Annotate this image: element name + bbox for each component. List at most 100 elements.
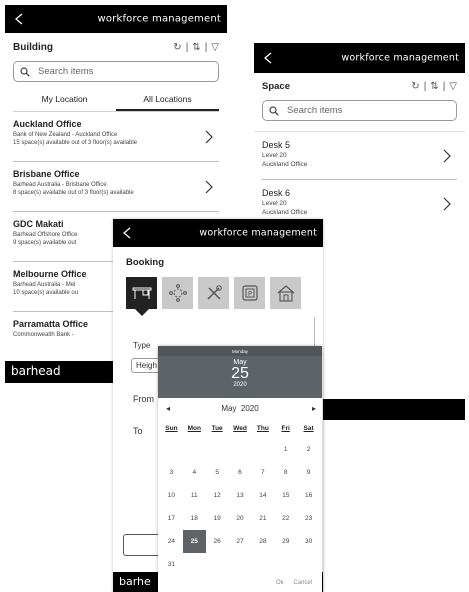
calendar-empty-cell <box>251 438 274 461</box>
item-title: Desk 6 <box>262 188 291 198</box>
calendar-day[interactable]: 6 <box>229 461 252 484</box>
toolbar: ↻ | ⇅ | ▽ <box>173 42 219 53</box>
brand-logo-text: workforce management <box>97 13 221 25</box>
next-month-icon[interactable]: ▸ <box>312 398 316 420</box>
list-item[interactable]: Desk 5 Level 20 Auckland Office <box>262 132 457 180</box>
search-icon <box>269 105 279 116</box>
calendar-day[interactable]: 31 <box>160 553 183 576</box>
category-meeting[interactable] <box>162 277 193 309</box>
toolbar: ↻ | ⇅ | ▽ <box>411 81 457 92</box>
calendar-day[interactable]: 8 <box>274 461 297 484</box>
calendar-day[interactable]: 10 <box>160 484 183 507</box>
selected-weekday: Monday <box>158 346 322 356</box>
calendar-day[interactable]: 7 <box>251 461 274 484</box>
filter-icon[interactable]: ▽ <box>449 81 457 92</box>
category-parking[interactable]: P <box>234 277 265 309</box>
sort-icon[interactable]: ⇅ <box>430 81 438 92</box>
chevron-right-icon <box>443 197 451 211</box>
calendar-day[interactable]: 14 <box>251 484 274 507</box>
item-title: Brisbane Office <box>13 169 80 179</box>
calendar-day[interactable]: 16 <box>297 484 320 507</box>
svg-text:P: P <box>247 290 251 298</box>
refresh-icon[interactable]: ↻ <box>411 81 419 92</box>
item-level: Level 20 <box>262 200 287 207</box>
category-desk[interactable] <box>126 277 157 309</box>
calendar-day[interactable]: 19 <box>206 507 229 530</box>
calendar-empty-cell <box>251 553 274 576</box>
type-label: Type <box>133 341 151 350</box>
booking-topbar: workforce management <box>113 219 323 247</box>
chevron-right-icon <box>205 180 213 193</box>
calendar-day[interactable]: 9 <box>297 461 320 484</box>
from-label: From <box>133 394 154 404</box>
calendar-day[interactable]: 26 <box>206 530 229 553</box>
divider: | <box>185 41 189 53</box>
search-input[interactable]: Search items <box>13 61 219 82</box>
tab-my-location[interactable]: My Location <box>13 88 116 111</box>
calendar-day[interactable]: 23 <box>297 507 320 530</box>
month-nav: ◂ May 2020 ▸ <box>158 398 322 420</box>
back-arrow-icon[interactable] <box>13 13 25 25</box>
calendar-day[interactable]: 27 <box>229 530 252 553</box>
item-availability: 15 space(s) available out of 3 floor(s) … <box>13 140 138 146</box>
calendar-grid: Sun Mon Tue Wed Thu Fri Sat 1 2 3 4 5 6 7 8 9 10 11 12 13 14… <box>158 420 322 576</box>
calendar-day[interactable]: 28 <box>251 530 274 553</box>
calendar-day[interactable]: 22 <box>274 507 297 530</box>
calendar-day[interactable]: 21 <box>251 507 274 530</box>
calendar-empty-cell <box>297 553 320 576</box>
category-home[interactable] <box>270 277 301 309</box>
to-label: To <box>133 426 143 436</box>
desk-icon <box>132 287 151 299</box>
calendar-day[interactable]: 12 <box>206 484 229 507</box>
calendar-day[interactable]: 1 <box>274 438 297 461</box>
sort-icon[interactable]: ⇅ <box>192 42 200 53</box>
search-input[interactable]: Search items <box>262 100 457 121</box>
tab-all-locations[interactable]: All Locations <box>116 88 219 111</box>
back-arrow-icon[interactable] <box>262 52 274 64</box>
prev-month-icon[interactable]: ◂ <box>166 398 170 420</box>
calendar-day[interactable]: 20 <box>229 507 252 530</box>
date-picker-actions: Ok Cancel <box>276 580 312 586</box>
calendar-day[interactable]: 29 <box>274 530 297 553</box>
calendar-day[interactable]: 13 <box>229 484 252 507</box>
item-subtitle: Barhead Australia - Brisbane Office <box>13 182 107 188</box>
divider: | <box>423 81 427 92</box>
space-header: Space ↻ | ⇅ | ▽ <box>254 73 465 100</box>
calendar-day[interactable]: 25 <box>182 530 206 553</box>
item-title: Auckland Office <box>13 119 82 129</box>
list-item[interactable]: Brisbane Office Barhead Australia - Bris… <box>13 162 219 212</box>
calendar-day[interactable]: 11 <box>183 484 206 507</box>
calendar-day[interactable]: 30 <box>297 530 320 553</box>
calendar-day[interactable]: 5 <box>206 461 229 484</box>
weekday-header: Fri <box>281 425 290 432</box>
footer-logo-text: barhead <box>11 364 61 378</box>
search-placeholder: Search items <box>287 105 343 116</box>
ok-button[interactable]: Ok <box>276 580 284 586</box>
search-icon <box>20 66 30 77</box>
item-subtitle: Bank of New Zealand - Auckland Office <box>13 132 118 138</box>
home-icon <box>277 285 294 302</box>
cancel-button[interactable]: Cancel <box>293 580 312 586</box>
building-header: Building ↻ | ⇅ | ▽ <box>5 33 227 61</box>
item-office: Auckland Office <box>262 161 308 168</box>
filter-icon[interactable]: ▽ <box>211 42 219 53</box>
calendar-day[interactable]: 2 <box>297 438 320 461</box>
month-year-label: May 2020 <box>221 404 259 413</box>
calendar-day[interactable]: 24 <box>160 530 183 553</box>
refresh-icon[interactable]: ↻ <box>173 42 181 53</box>
meeting-room-icon <box>168 284 187 302</box>
item-title: Desk 5 <box>262 140 291 150</box>
calendar-day[interactable]: 4 <box>183 461 206 484</box>
calendar-day[interactable]: 15 <box>274 484 297 507</box>
back-arrow-icon[interactable] <box>121 227 133 239</box>
category-tools[interactable] <box>198 277 229 309</box>
calendar-empty-cell <box>229 438 252 461</box>
calendar-day[interactable]: 18 <box>183 507 206 530</box>
calendar-day[interactable]: 17 <box>160 507 183 530</box>
list-item[interactable]: Auckland Office Bank of New Zealand - Au… <box>13 112 219 162</box>
calendar-day[interactable]: 3 <box>160 461 183 484</box>
space-topbar: workforce management <box>254 43 465 73</box>
parking-icon: P <box>241 285 258 301</box>
chevron-right-icon <box>205 130 213 143</box>
item-level: Level 20 <box>262 152 287 159</box>
